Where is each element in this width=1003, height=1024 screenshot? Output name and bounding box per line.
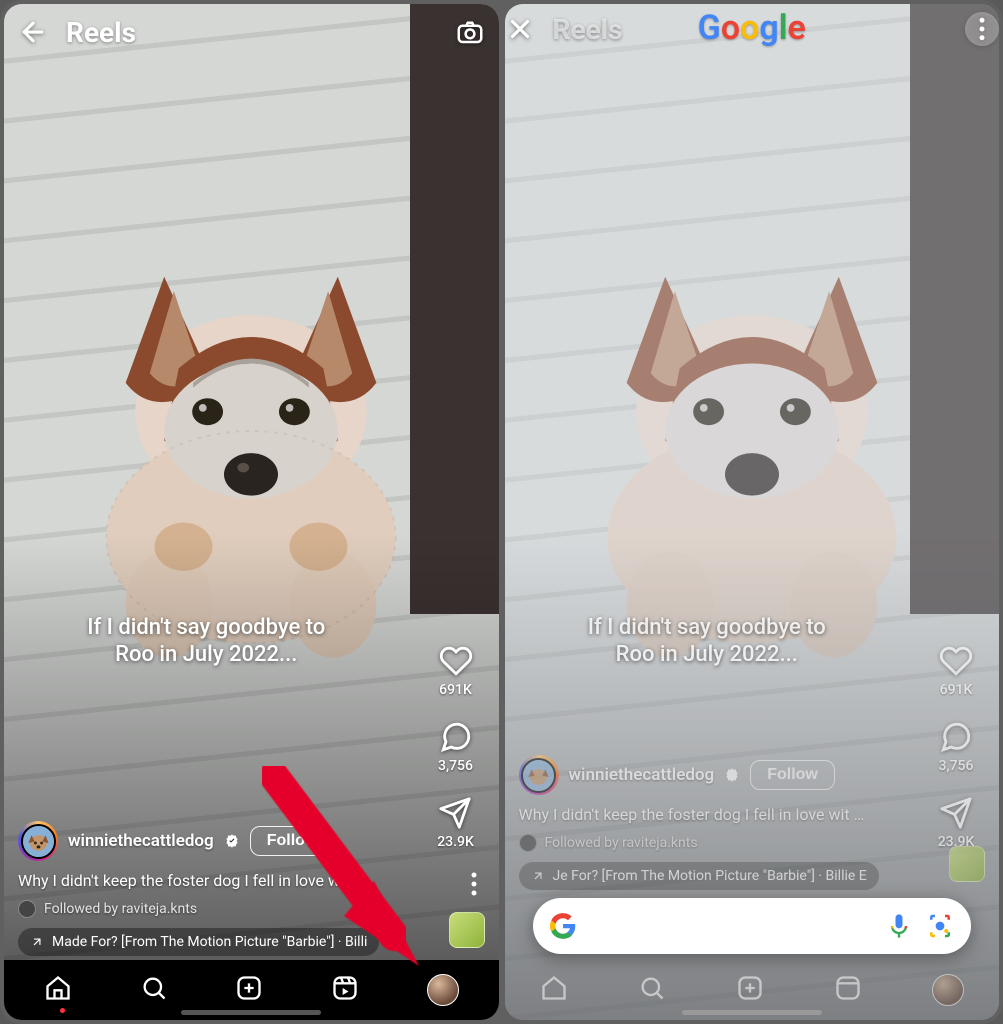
- reel-description[interactable]: Why I didn't keep the foster dog I fell …: [18, 871, 419, 890]
- user-avatar[interactable]: [18, 821, 58, 861]
- nav-profile-avatar: [932, 974, 964, 1006]
- nav-home-icon: [540, 974, 568, 1006]
- phone-left-instagram: Reels If I didn't say goodbye to Roo in …: [4, 4, 499, 1020]
- more-options-icon[interactable]: [471, 872, 477, 900]
- comment-count: 3,756: [438, 758, 473, 774]
- nav-home-icon[interactable]: [44, 974, 72, 1006]
- nav-create-icon: [736, 974, 764, 1006]
- google-lens-icon[interactable]: [925, 911, 955, 941]
- user-avatar-dimmed: [519, 755, 559, 795]
- share-button[interactable]: 23.9K: [437, 796, 474, 850]
- nav-search-icon[interactable]: [140, 974, 168, 1006]
- follower-avatar-icon: [18, 900, 36, 918]
- nav-profile-avatar[interactable]: [427, 974, 459, 1006]
- google-g-icon: [549, 912, 577, 940]
- gesture-bar[interactable]: [181, 1010, 321, 1015]
- phone-right-google-overlay: Reels Google If I didn't say goodbye to …: [505, 4, 1000, 1020]
- follow-button[interactable]: Follow: [250, 826, 335, 856]
- music-pill[interactable]: Made For? [From The Motion Picture "Barb…: [18, 928, 379, 956]
- comment-button-dimmed: 3,756: [939, 720, 974, 774]
- camera-icon[interactable]: [455, 17, 485, 47]
- comment-button[interactable]: 3,756: [438, 720, 473, 774]
- verified-badge-icon: [224, 833, 240, 849]
- album-thumbnail[interactable]: [449, 912, 485, 948]
- video-caption-overlay-dimmed: If I didn't say goodbye to Roo in July 2…: [505, 614, 910, 669]
- voice-search-icon[interactable]: [885, 912, 913, 940]
- nav-search-icon: [638, 974, 666, 1006]
- back-arrow-icon[interactable]: [18, 17, 48, 47]
- nav-create-icon[interactable]: [235, 974, 263, 1006]
- header-title-dimmed: Reels: [553, 13, 623, 46]
- gesture-bar[interactable]: [682, 1010, 822, 1015]
- username-label[interactable]: winniethecattledog: [68, 831, 214, 851]
- music-pill-dimmed: Je For? [From The Motion Picture "Barbie…: [519, 862, 879, 890]
- overflow-menu-icon[interactable]: [965, 12, 999, 46]
- google-logo: Google: [698, 8, 806, 48]
- nav-reels-icon[interactable]: [331, 974, 359, 1006]
- followed-by-row[interactable]: Followed by raviteja.knts: [18, 900, 419, 918]
- header-title: Reels: [66, 16, 136, 49]
- music-text: Made For? [From The Motion Picture "Barb…: [52, 934, 367, 950]
- like-button-dimmed: 691K: [939, 644, 973, 698]
- share-count: 23.9K: [437, 834, 474, 850]
- google-search-bar[interactable]: [533, 898, 972, 954]
- album-thumbnail-dimmed: [949, 846, 985, 882]
- close-icon[interactable]: [505, 14, 535, 44]
- share-button-dimmed: 23.9K: [938, 796, 975, 850]
- video-caption-overlay: If I didn't say goodbye to Roo in July 2…: [4, 614, 409, 669]
- like-button[interactable]: 691K: [439, 644, 473, 698]
- like-count: 691K: [439, 682, 472, 698]
- verified-badge-icon: [724, 767, 740, 783]
- nav-reels-icon: [834, 974, 862, 1006]
